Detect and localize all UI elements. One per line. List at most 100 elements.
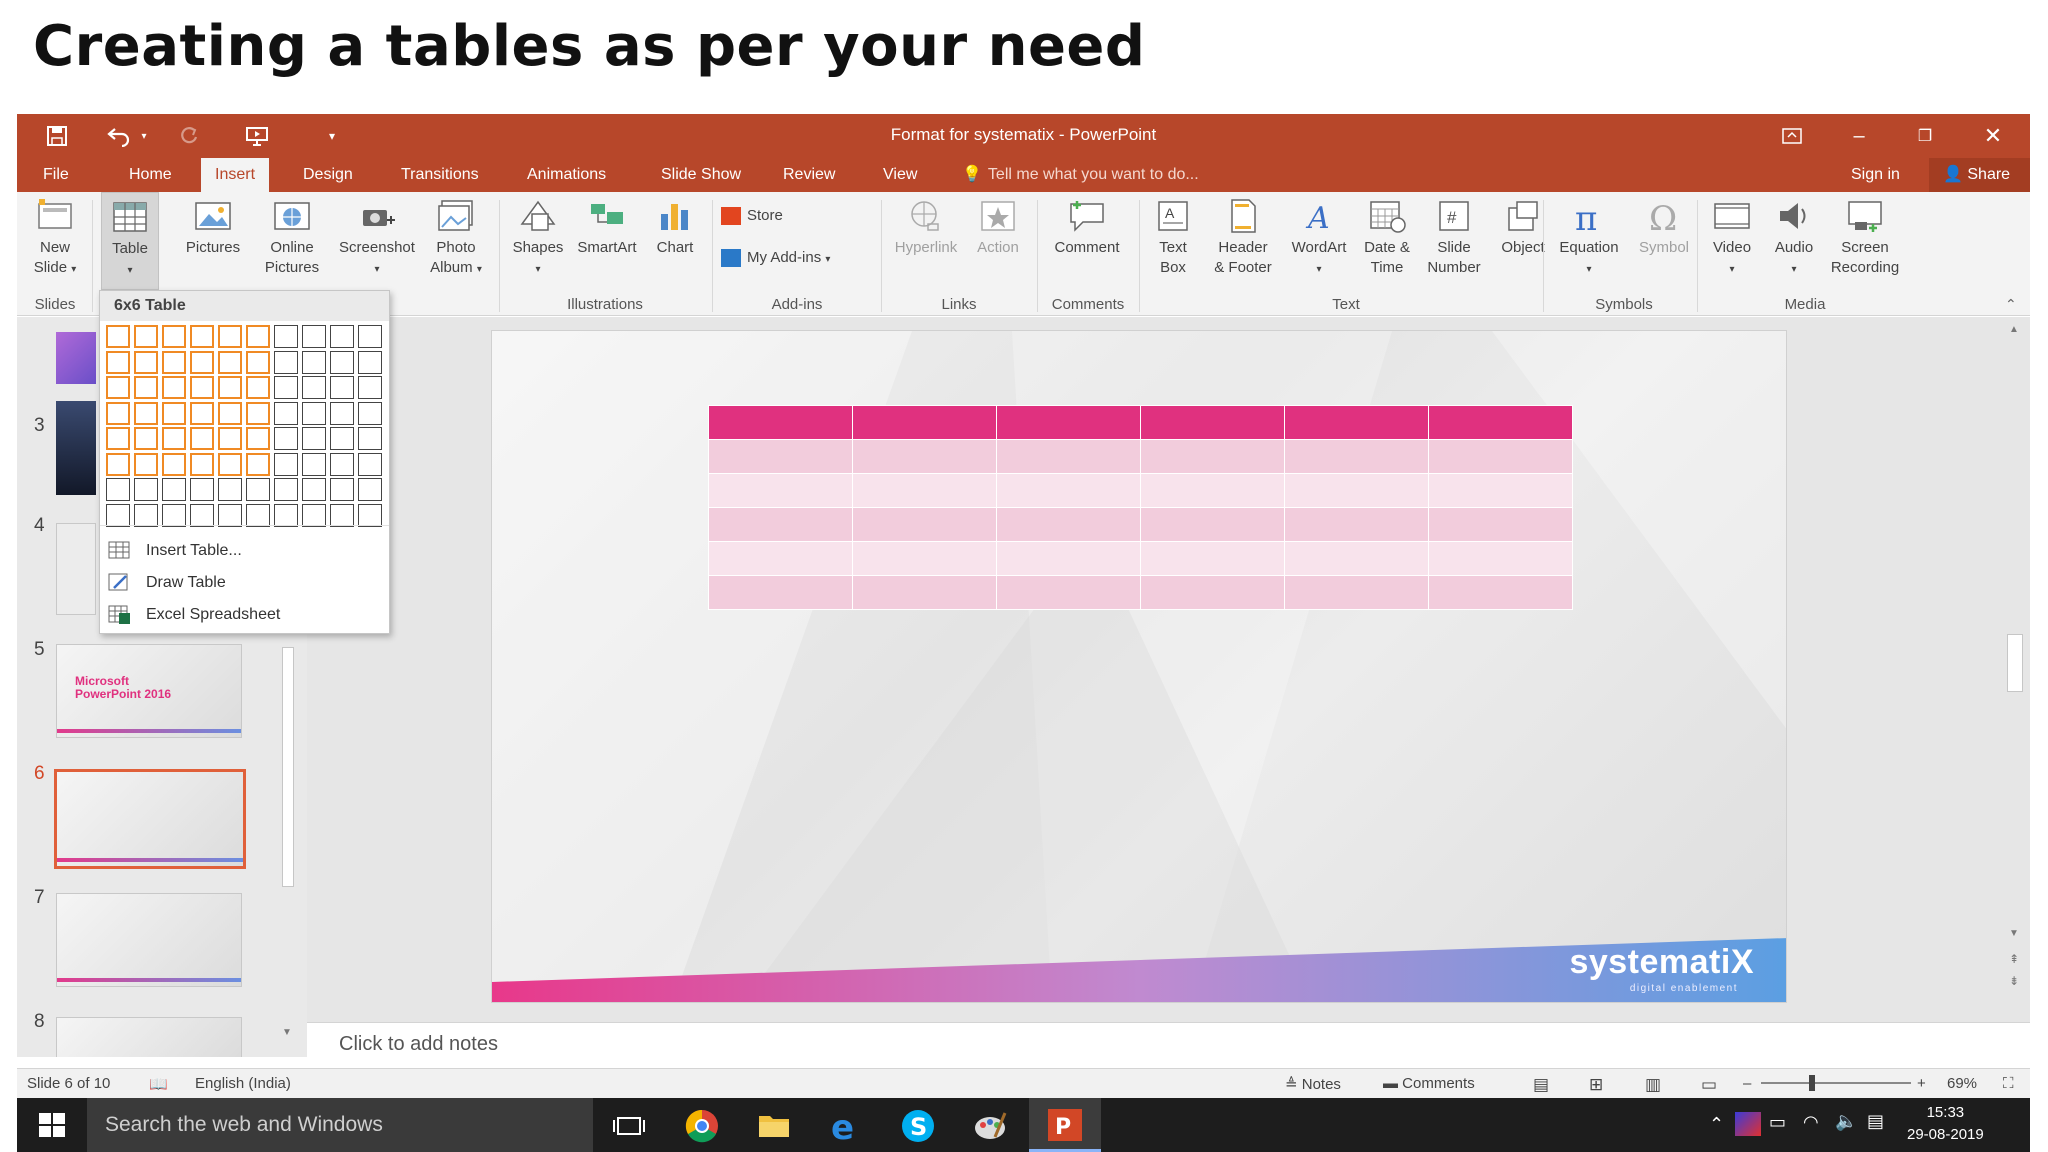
slide-sorter-icon[interactable]: ⊞ bbox=[1589, 1075, 1603, 1095]
table-grid-cell[interactable] bbox=[330, 427, 354, 450]
system-clock[interactable]: 15:33 29-08-2019 bbox=[1907, 1102, 1984, 1146]
table-grid-cell[interactable] bbox=[106, 401, 130, 425]
table-grid-cell[interactable] bbox=[358, 325, 382, 348]
windows-start-icon[interactable] bbox=[39, 1113, 65, 1142]
edge-browser-icon[interactable]: e bbox=[827, 1107, 865, 1148]
network-icon[interactable]: ◠ bbox=[1803, 1112, 1819, 1133]
table-grid-cell[interactable] bbox=[358, 452, 382, 476]
date-time-button[interactable]: Date & Time bbox=[1355, 198, 1419, 278]
table-grid-cell[interactable] bbox=[162, 401, 186, 425]
table-grid-cell[interactable] bbox=[274, 478, 298, 501]
photo-album-button[interactable]: Photo Album ▾ bbox=[421, 198, 491, 280]
table-grid-cell[interactable] bbox=[358, 350, 382, 374]
table-grid-cell[interactable] bbox=[218, 376, 242, 399]
slideshow-view-icon[interactable]: ▭ bbox=[1701, 1075, 1717, 1095]
excel-spreadsheet-menu-item[interactable]: Excel Spreadsheet bbox=[100, 600, 389, 630]
minimize-button[interactable]: – bbox=[1839, 120, 1879, 152]
table-grid-cell[interactable] bbox=[246, 350, 270, 374]
table-grid-cell[interactable] bbox=[106, 478, 130, 501]
table-grid-cell[interactable] bbox=[218, 401, 242, 425]
language-indicator[interactable]: English (India) bbox=[195, 1075, 291, 1092]
tab-home[interactable]: Home bbox=[115, 158, 186, 192]
table-grid-cell[interactable] bbox=[106, 325, 130, 348]
wordart-button[interactable]: A WordArt ▾ bbox=[1281, 198, 1357, 280]
table-grid-cell[interactable] bbox=[162, 427, 186, 450]
table-grid-cell[interactable] bbox=[218, 452, 242, 476]
screenshot-button[interactable]: Screenshot ▾ bbox=[331, 198, 423, 280]
current-slide[interactable]: systematiX digital enablement bbox=[491, 330, 1787, 1003]
table-grid-cell[interactable] bbox=[190, 350, 214, 374]
hyperlink-button[interactable]: Hyperlink bbox=[885, 198, 967, 258]
pictures-button[interactable]: Pictures bbox=[175, 198, 251, 258]
my-addins-button[interactable]: My Add-ins ▾ bbox=[721, 248, 871, 270]
table-grid-cell[interactable] bbox=[190, 325, 214, 348]
table-grid-cell[interactable] bbox=[246, 503, 270, 527]
notes-toggle[interactable]: ≜ Notes bbox=[1285, 1075, 1341, 1093]
table-grid-cell[interactable] bbox=[134, 350, 158, 374]
table-grid-cell[interactable] bbox=[274, 350, 298, 374]
tray-app-icon[interactable] bbox=[1735, 1112, 1761, 1136]
volume-icon[interactable]: 🔈 bbox=[1835, 1111, 1857, 1132]
screen-recording-button[interactable]: Screen Recording bbox=[1823, 198, 1907, 278]
table-grid-cell[interactable] bbox=[190, 401, 214, 425]
comment-button[interactable]: Comment bbox=[1043, 198, 1131, 258]
slide-thumbnail-4[interactable] bbox=[56, 523, 96, 615]
store-button[interactable]: Store bbox=[721, 206, 841, 226]
table-grid-cell[interactable] bbox=[330, 452, 354, 476]
table-grid-cell[interactable] bbox=[162, 452, 186, 476]
table-grid-cell[interactable] bbox=[246, 376, 270, 399]
close-button[interactable]: ✕ bbox=[1973, 120, 2013, 152]
scroll-down-arrow-icon[interactable]: ▼ bbox=[282, 1027, 292, 1038]
table-grid-cell[interactable] bbox=[246, 427, 270, 450]
table-row[interactable] bbox=[708, 473, 1573, 508]
tab-view[interactable]: View bbox=[869, 158, 931, 192]
audio-button[interactable]: Audio ▾ bbox=[1765, 198, 1823, 280]
online-pictures-button[interactable]: Online Pictures bbox=[251, 198, 333, 278]
draw-table-menu-item[interactable]: Draw Table bbox=[100, 568, 389, 598]
powerpoint-taskbar-button[interactable]: P bbox=[1029, 1098, 1101, 1152]
table-grid-cell[interactable] bbox=[246, 452, 270, 476]
ribbon-display-options-icon[interactable] bbox=[1772, 120, 1812, 152]
notes-pane[interactable]: Click to add notes bbox=[307, 1022, 2030, 1066]
fit-to-window-icon[interactable]: ⛶ bbox=[2003, 1075, 2014, 1092]
table-grid-cell[interactable] bbox=[162, 503, 186, 527]
table-grid-cell[interactable] bbox=[302, 350, 326, 374]
table-row[interactable] bbox=[708, 575, 1573, 610]
tab-review[interactable]: Review bbox=[769, 158, 849, 192]
table-grid-cell[interactable] bbox=[134, 478, 158, 501]
zoom-slider[interactable] bbox=[1761, 1082, 1911, 1084]
collapse-ribbon-icon[interactable]: ⌃ bbox=[2005, 296, 2017, 313]
tab-animations[interactable]: Animations bbox=[513, 158, 620, 192]
table-grid-cell[interactable] bbox=[190, 427, 214, 450]
table-grid-cell[interactable] bbox=[106, 376, 130, 399]
sign-in-link[interactable]: Sign in bbox=[1851, 158, 1900, 192]
table-grid-cell[interactable] bbox=[358, 401, 382, 425]
taskbar-search[interactable]: Search the web and Windows bbox=[87, 1098, 593, 1152]
table-grid-cell[interactable] bbox=[302, 401, 326, 425]
table-grid-cell[interactable] bbox=[190, 503, 214, 527]
table-grid-cell[interactable] bbox=[134, 325, 158, 348]
table-grid-cell[interactable] bbox=[162, 478, 186, 501]
table-grid-cell[interactable] bbox=[218, 427, 242, 450]
table-grid-cell[interactable] bbox=[274, 427, 298, 450]
shapes-button[interactable]: Shapes ▾ bbox=[505, 198, 571, 280]
table-grid-cell[interactable] bbox=[106, 350, 130, 374]
table-row[interactable] bbox=[708, 507, 1573, 542]
table-grid-cell[interactable] bbox=[274, 376, 298, 399]
table-grid-cell[interactable] bbox=[134, 427, 158, 450]
table-grid-cell[interactable] bbox=[190, 478, 214, 501]
table-grid-cell[interactable] bbox=[330, 401, 354, 425]
table-grid-cell[interactable] bbox=[302, 478, 326, 501]
table-grid-cell[interactable] bbox=[162, 350, 186, 374]
table-grid-cell[interactable] bbox=[106, 427, 130, 450]
task-view-icon[interactable] bbox=[610, 1107, 648, 1145]
file-explorer-icon[interactable] bbox=[755, 1107, 793, 1145]
table-grid-cell[interactable] bbox=[302, 325, 326, 348]
show-hidden-icons-icon[interactable]: ⌃ bbox=[1709, 1114, 1724, 1135]
skype-icon[interactable]: S bbox=[899, 1107, 937, 1145]
table-grid-cell[interactable] bbox=[134, 452, 158, 476]
chrome-icon[interactable] bbox=[683, 1107, 721, 1145]
previous-slide-icon[interactable]: ⇞ bbox=[2009, 952, 2019, 966]
symbol-button[interactable]: Ω Symbol bbox=[1631, 198, 1697, 258]
header-footer-button[interactable]: Header & Footer bbox=[1203, 198, 1283, 278]
